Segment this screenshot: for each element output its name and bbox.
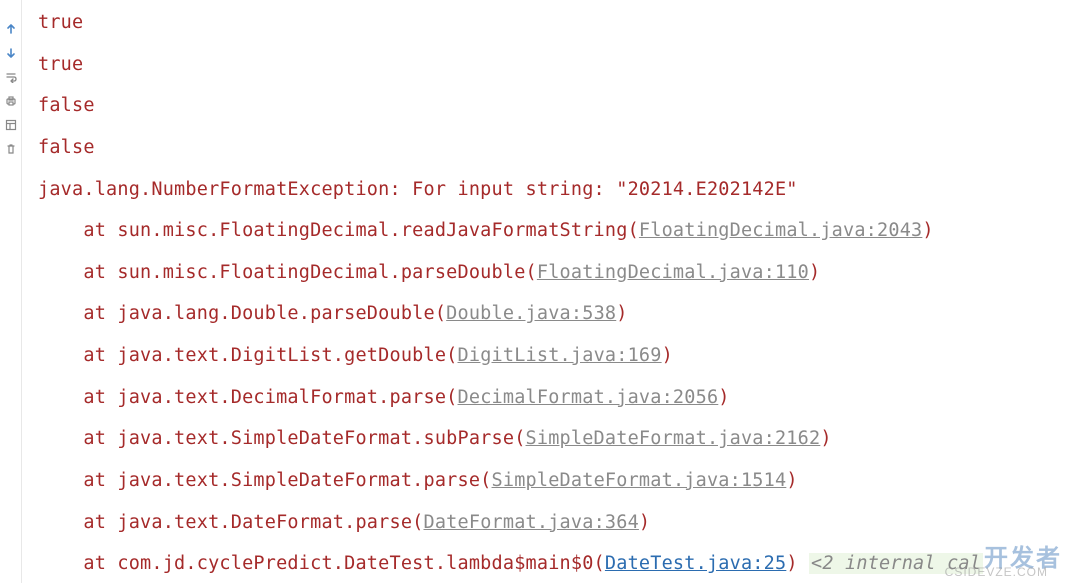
- output-line: false: [38, 95, 95, 116]
- stack-frame: at com.jd.cyclePredict.DateTest.lambda$m…: [38, 553, 983, 574]
- source-link[interactable]: DigitList.java:169: [458, 345, 662, 366]
- print-icon[interactable]: [4, 94, 18, 108]
- source-link[interactable]: FloatingDecimal.java:2043: [639, 220, 922, 241]
- source-link[interactable]: DecimalFormat.java:2056: [458, 387, 719, 408]
- stack-frame: at sun.misc.FloatingDecimal.readJavaForm…: [38, 220, 934, 241]
- output-line: false: [38, 137, 95, 158]
- stack-frame: at java.text.DigitList.getDouble(DigitLi…: [38, 345, 673, 366]
- source-link[interactable]: Double.java:538: [446, 303, 616, 324]
- source-link[interactable]: DateTest.java:25: [605, 553, 786, 574]
- arrow-down-icon[interactable]: [4, 46, 18, 60]
- console-gutter: [0, 0, 22, 583]
- arrow-up-icon[interactable]: [4, 22, 18, 36]
- stack-frame: at java.lang.Double.parseDouble(Double.j…: [38, 303, 628, 324]
- console-output-pane[interactable]: true true false false java.lang.NumberFo…: [22, 0, 1080, 583]
- trash-icon[interactable]: [4, 142, 18, 156]
- output-line: true: [38, 12, 83, 33]
- output-line: true: [38, 54, 83, 75]
- stack-frame: at java.text.DecimalFormat.parse(Decimal…: [38, 387, 730, 408]
- stack-frame: at java.text.DateFormat.parse(DateFormat…: [38, 512, 650, 533]
- layout-icon[interactable]: [4, 118, 18, 132]
- source-link[interactable]: SimpleDateFormat.java:2162: [526, 428, 821, 449]
- source-link[interactable]: SimpleDateFormat.java:1514: [492, 470, 787, 491]
- soft-wrap-icon[interactable]: [4, 70, 18, 84]
- source-link[interactable]: DateFormat.java:364: [424, 512, 639, 533]
- source-link[interactable]: FloatingDecimal.java:110: [537, 262, 809, 283]
- stack-frame: at sun.misc.FloatingDecimal.parseDouble(…: [38, 262, 820, 283]
- internal-calls-hint[interactable]: <2 internal cal: [809, 553, 983, 574]
- console-text: true true false false java.lang.NumberFo…: [38, 2, 1077, 583]
- exception-header: java.lang.NumberFormatException: For inp…: [38, 179, 798, 200]
- stack-frame: at java.text.SimpleDateFormat.parse(Simp…: [38, 470, 798, 491]
- stack-frame: at java.text.SimpleDateFormat.subParse(S…: [38, 428, 832, 449]
